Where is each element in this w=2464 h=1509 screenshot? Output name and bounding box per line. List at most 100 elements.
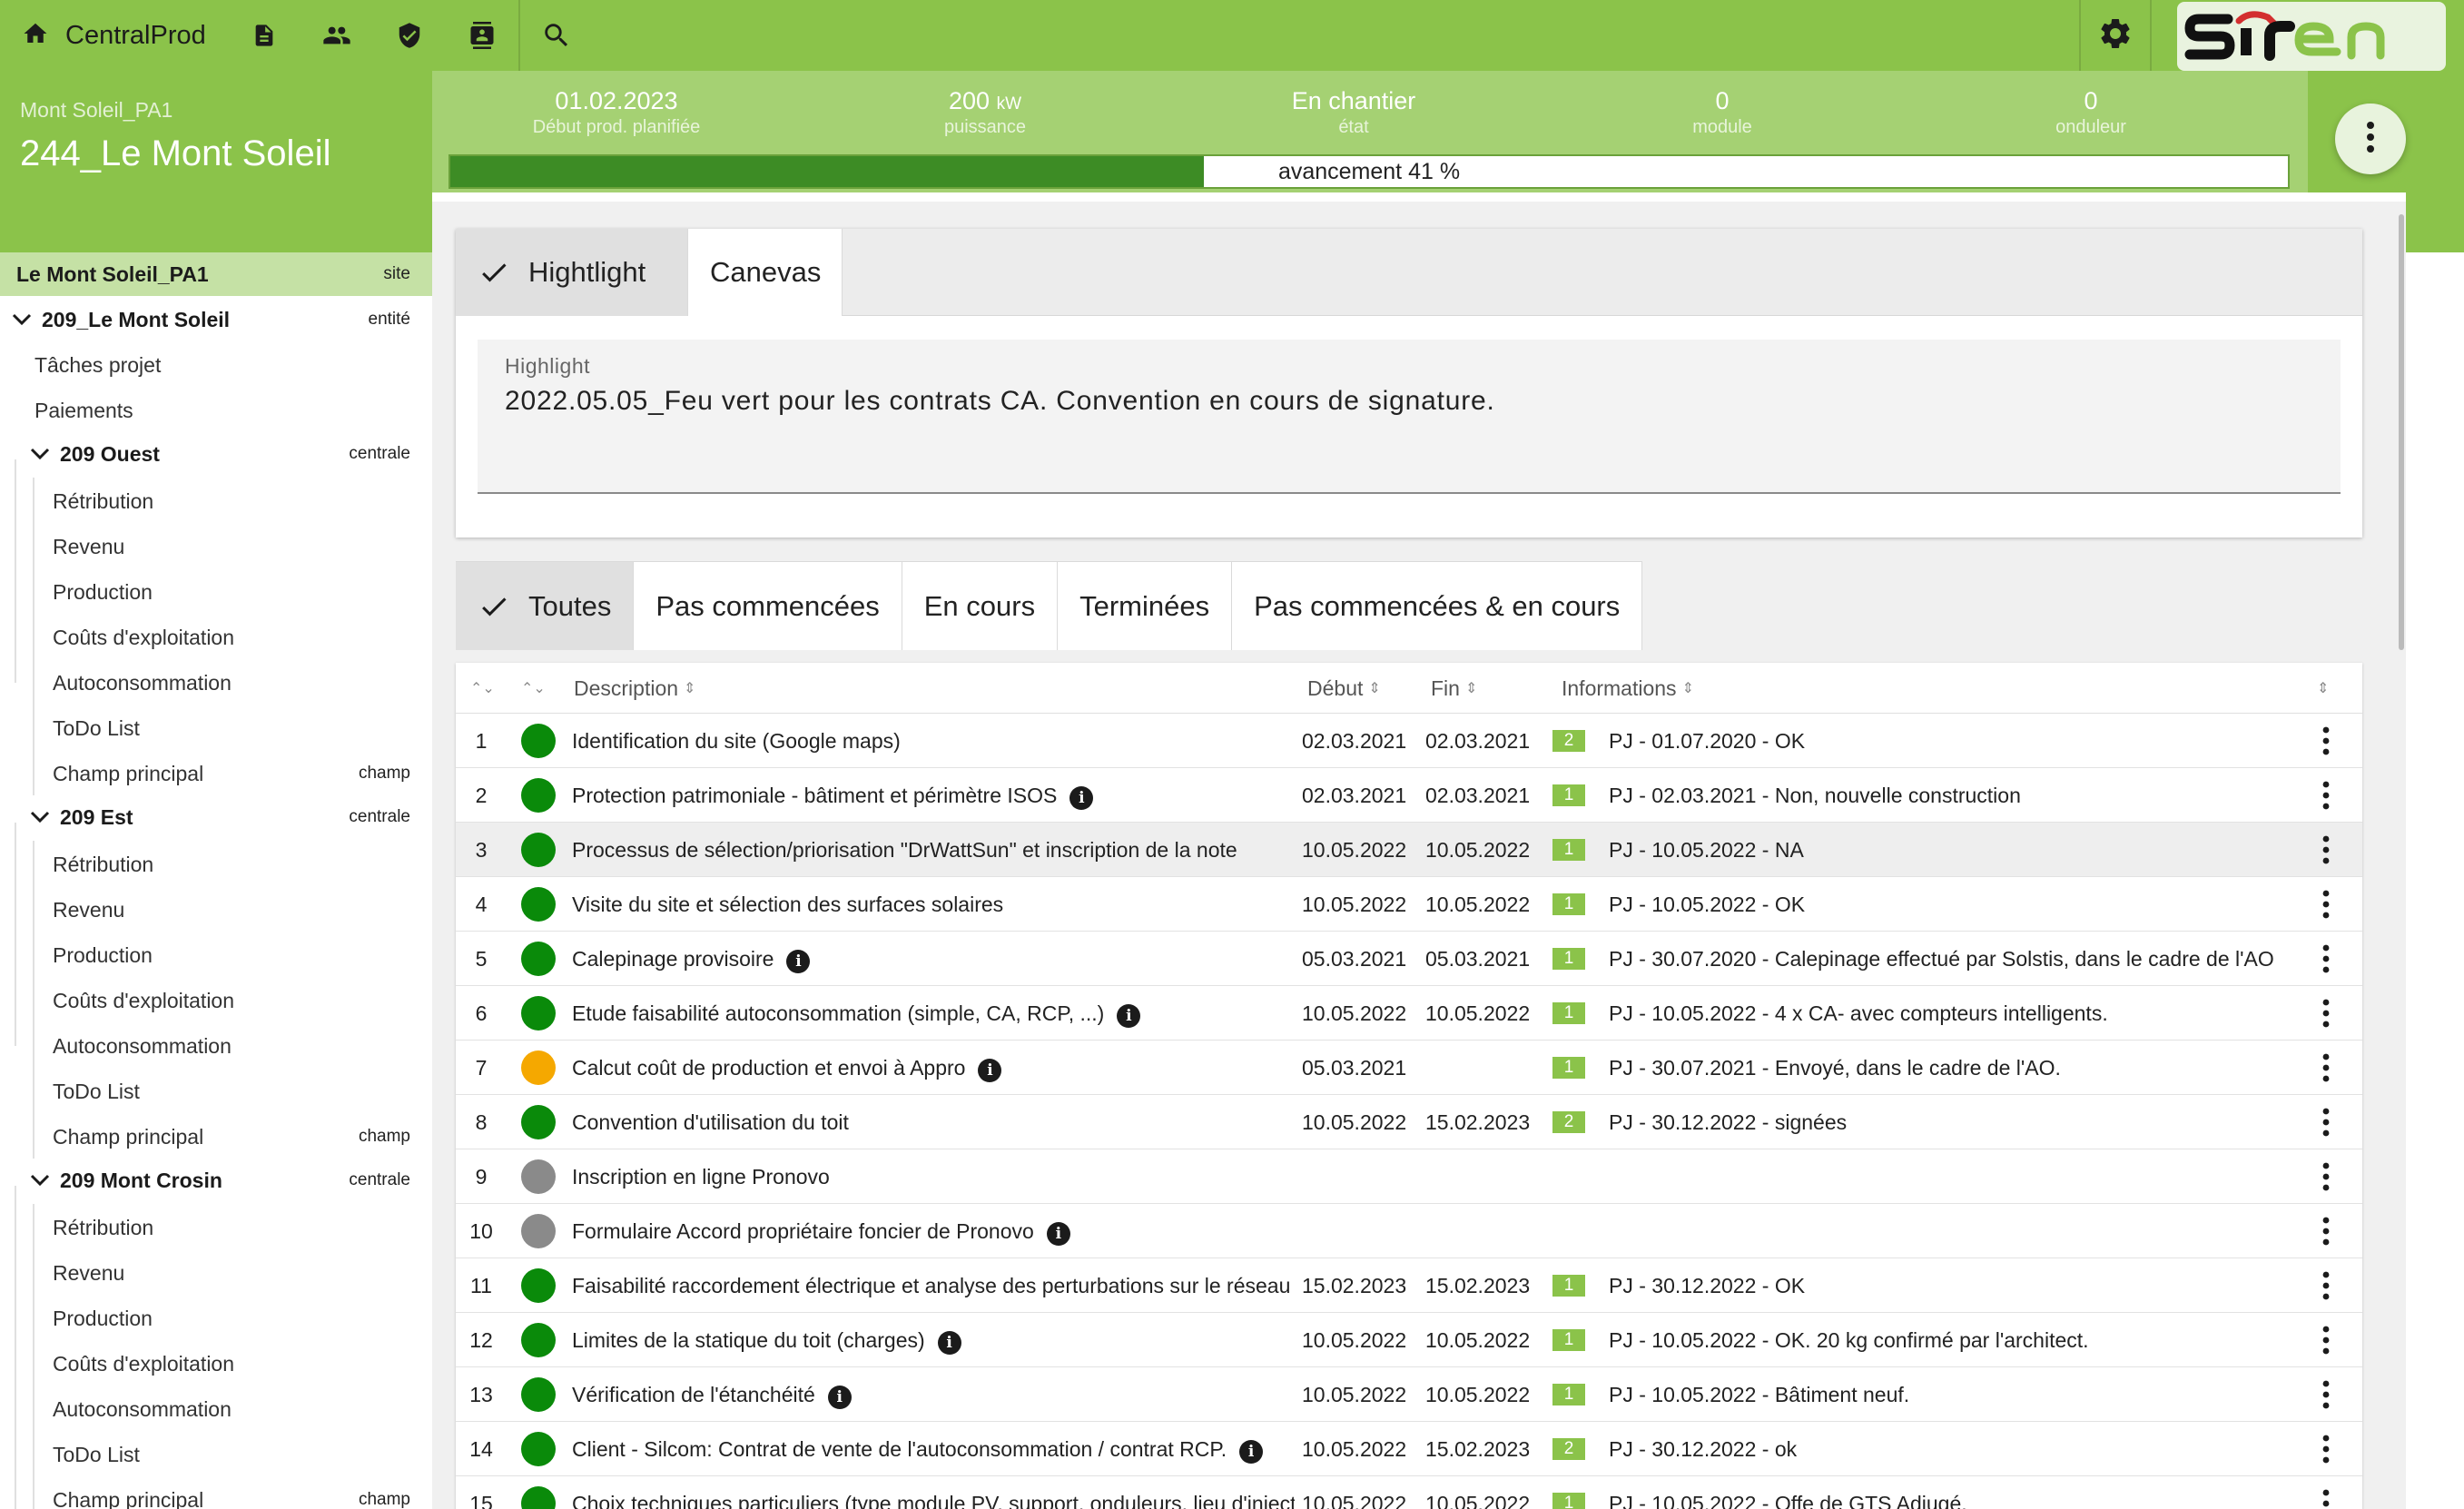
sidebar-item-autoconsommation[interactable]: Autoconsommation bbox=[0, 1387, 432, 1431]
row-menu-button[interactable] bbox=[2308, 1422, 2344, 1476]
sidebar-centrale-est[interactable]: 209 Est centrale bbox=[0, 795, 432, 839]
info-icon[interactable]: i bbox=[978, 1059, 1002, 1082]
header-debut[interactable]: Début ⇕ bbox=[1307, 663, 1381, 714]
tab-pas-commencees-en-cours[interactable]: Pas commencées & en cours bbox=[1232, 561, 1643, 650]
sidebar-item-couts[interactable]: Coûts d'exploitation bbox=[0, 979, 432, 1022]
sort-number-button[interactable]: ⌃⌄ bbox=[470, 663, 495, 714]
table-row[interactable]: 11 Faisabilité raccordement électrique e… bbox=[456, 1258, 2362, 1313]
header-description[interactable]: Description ⇕ bbox=[574, 663, 695, 714]
more-vertical-icon[interactable] bbox=[2322, 999, 2330, 1028]
chevron-down-icon[interactable] bbox=[27, 1168, 53, 1193]
info-icon[interactable]: i bbox=[1046, 1222, 1070, 1246]
info-icon[interactable]: i bbox=[827, 1386, 852, 1409]
more-vertical-icon[interactable] bbox=[2322, 1435, 2330, 1464]
sidebar-item-champ-principal[interactable]: Champ principal champ bbox=[0, 1478, 432, 1509]
table-row[interactable]: 14 Client - Silcom: Contrat de vente de … bbox=[456, 1422, 2362, 1476]
sidebar-centrale-ouest[interactable]: 209 Ouest centrale bbox=[0, 432, 432, 476]
app-brand[interactable]: CentralProd bbox=[0, 0, 228, 71]
info-icon[interactable]: i bbox=[937, 1331, 961, 1355]
tab-en-cours[interactable]: En cours bbox=[902, 561, 1059, 650]
row-description[interactable]: Visite du site et sélection des surfaces… bbox=[572, 877, 1295, 932]
info-icon[interactable]: i bbox=[1239, 1440, 1264, 1464]
more-vertical-icon[interactable] bbox=[2322, 1108, 2330, 1137]
home-icon[interactable] bbox=[22, 20, 49, 52]
contact-card-icon[interactable] bbox=[446, 0, 518, 71]
row-description[interactable]: Client - Silcom: Contrat de vente de l'a… bbox=[572, 1422, 1295, 1476]
row-menu-button[interactable] bbox=[2308, 1313, 2344, 1367]
sidebar-item-todo[interactable]: ToDo List bbox=[0, 706, 432, 750]
shield-check-icon[interactable] bbox=[373, 0, 446, 71]
row-description[interactable]: Vérification de l'étanchéité i bbox=[572, 1367, 1295, 1422]
table-row[interactable]: 6 Etude faisabilité autoconsommation (si… bbox=[456, 986, 2362, 1041]
row-menu-button[interactable] bbox=[2308, 1041, 2344, 1095]
sidebar-item-revenu[interactable]: Revenu bbox=[0, 525, 432, 568]
row-menu-button[interactable] bbox=[2308, 714, 2344, 768]
sidebar-item-todo[interactable]: ToDo List bbox=[0, 1070, 432, 1113]
sidebar-entity[interactable]: 209_Le Mont Soleil entité bbox=[0, 298, 432, 341]
table-row[interactable]: 15 Choix techniques particuliers (type m… bbox=[456, 1476, 2362, 1509]
info-icon[interactable]: i bbox=[1117, 1004, 1141, 1028]
highlight-field[interactable]: Highlight 2022.05.05_Feu vert pour les c… bbox=[478, 340, 2341, 494]
sidebar-item-retribution[interactable]: Rétribution bbox=[0, 843, 432, 886]
tab-hightlight[interactable]: Hightlight bbox=[456, 229, 688, 316]
row-description[interactable]: Choix techniques particuliers (type modu… bbox=[572, 1476, 1295, 1509]
row-description[interactable]: Calepinage provisoire i bbox=[572, 932, 1295, 986]
table-row[interactable]: 9 Inscription en ligne Pronovo bbox=[456, 1149, 2362, 1204]
row-menu-button[interactable] bbox=[2308, 768, 2344, 823]
header-informations[interactable]: Informations ⇕ bbox=[1562, 663, 1694, 714]
row-menu-button[interactable] bbox=[2308, 877, 2344, 932]
tab-pas-commencees[interactable]: Pas commencées bbox=[634, 561, 902, 650]
document-icon[interactable] bbox=[228, 0, 301, 71]
sidebar-item-couts[interactable]: Coûts d'exploitation bbox=[0, 616, 432, 659]
row-description[interactable]: Formulaire Accord propriétaire foncier d… bbox=[572, 1204, 1295, 1258]
row-menu-button[interactable] bbox=[2308, 932, 2344, 986]
more-vertical-icon[interactable] bbox=[2322, 1217, 2330, 1246]
row-description[interactable]: Limites de la statique du toit (charges)… bbox=[572, 1313, 1295, 1367]
row-menu-button[interactable] bbox=[2308, 1258, 2344, 1313]
row-menu-button[interactable] bbox=[2308, 1149, 2344, 1204]
row-menu-button[interactable] bbox=[2308, 1476, 2344, 1509]
tab-toutes[interactable]: Toutes bbox=[456, 561, 635, 650]
more-vertical-icon[interactable] bbox=[2322, 1162, 2330, 1191]
more-vertical-icon[interactable] bbox=[2322, 944, 2330, 973]
sidebar-item-production[interactable]: Production bbox=[0, 570, 432, 614]
table-row[interactable]: 7 Calcut coût de production et envoi à A… bbox=[456, 1041, 2362, 1095]
sort-menu-button[interactable]: ⇕ bbox=[2317, 663, 2329, 714]
row-menu-button[interactable] bbox=[2308, 986, 2344, 1041]
more-vertical-icon[interactable] bbox=[2322, 890, 2330, 919]
sidebar-item-autoconsommation[interactable]: Autoconsommation bbox=[0, 1024, 432, 1068]
table-row[interactable]: 12 Limites de la statique du toit (charg… bbox=[456, 1313, 2362, 1367]
more-vertical-icon[interactable] bbox=[2366, 121, 2375, 158]
table-row[interactable]: 4 Visite du site et sélection des surfac… bbox=[456, 877, 2362, 932]
sidebar-item-revenu[interactable]: Revenu bbox=[0, 1251, 432, 1295]
header-fin[interactable]: Fin ⇕ bbox=[1431, 663, 1477, 714]
more-vertical-icon[interactable] bbox=[2322, 1326, 2330, 1355]
settings-button[interactable] bbox=[2079, 0, 2152, 71]
more-vertical-icon[interactable] bbox=[2322, 1271, 2330, 1300]
sidebar-item-production[interactable]: Production bbox=[0, 933, 432, 977]
row-description[interactable]: Convention d'utilisation du toit bbox=[572, 1095, 1295, 1149]
table-row[interactable]: 2 Protection patrimoniale - bâtiment et … bbox=[456, 768, 2362, 823]
chevron-down-icon[interactable] bbox=[27, 441, 53, 467]
row-description[interactable]: Inscription en ligne Pronovo bbox=[572, 1149, 1295, 1204]
tab-canevas[interactable]: Canevas bbox=[688, 229, 843, 316]
scrollbar[interactable] bbox=[2399, 214, 2404, 650]
sidebar-site[interactable]: Le Mont Soleil_PA1 site bbox=[0, 252, 432, 296]
table-row[interactable]: 8 Convention d'utilisation du toit 10.05… bbox=[456, 1095, 2362, 1149]
row-description[interactable]: Faisabilité raccordement électrique et a… bbox=[572, 1258, 1295, 1313]
people-icon[interactable] bbox=[301, 0, 373, 71]
table-row[interactable]: 1 Identification du site (Google maps) 0… bbox=[456, 714, 2362, 768]
row-description[interactable]: Protection patrimoniale - bâtiment et pé… bbox=[572, 768, 1295, 823]
table-row[interactable]: 5 Calepinage provisoire i 05.03.2021 05.0… bbox=[456, 932, 2362, 986]
sidebar-item-revenu[interactable]: Revenu bbox=[0, 888, 432, 932]
sidebar-item-todo[interactable]: ToDo List bbox=[0, 1433, 432, 1476]
more-vertical-icon[interactable] bbox=[2322, 1380, 2330, 1409]
table-row[interactable]: 10 Formulaire Accord propriétaire foncie… bbox=[456, 1204, 2362, 1258]
info-icon[interactable]: i bbox=[786, 950, 811, 973]
sidebar-item-taches-projet[interactable]: Tâches projet bbox=[0, 343, 432, 387]
chevron-down-icon[interactable] bbox=[9, 307, 34, 332]
row-menu-button[interactable] bbox=[2308, 1367, 2344, 1422]
chevron-down-icon[interactable] bbox=[27, 804, 53, 830]
row-menu-button[interactable] bbox=[2308, 1095, 2344, 1149]
sidebar-item-retribution[interactable]: Rétribution bbox=[0, 479, 432, 523]
